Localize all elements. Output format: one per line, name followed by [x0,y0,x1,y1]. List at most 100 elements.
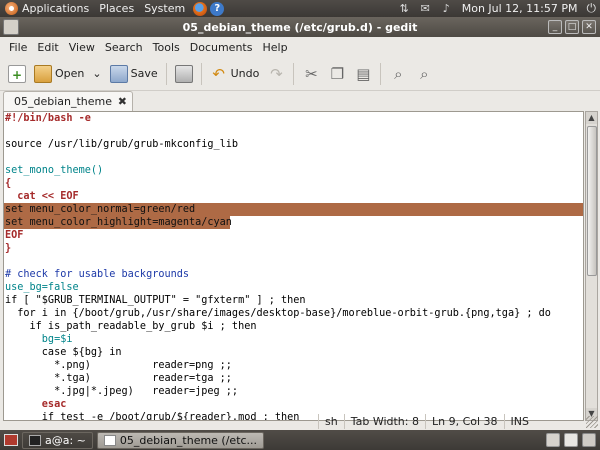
menu-help[interactable]: Help [257,41,292,54]
code-line: source /usr/lib/grub/grub-mkconfig_lib [5,139,239,150]
gedit-window: 05_debian_theme (/etc/grub.d) - gedit _ … [0,17,600,430]
copy-button[interactable]: ❐ [324,60,350,88]
code-line: { [5,178,12,189]
show-desktop-icon[interactable] [4,434,18,446]
redo-button[interactable]: ↷ [263,60,289,88]
taskbar-item-gedit[interactable]: 05_debian_theme (/etc... [96,431,265,449]
taskbar-item-terminal[interactable]: a@a: ~ [22,431,93,449]
chevron-down-icon: ⌄ [92,67,102,80]
menu-edit[interactable]: Edit [32,41,63,54]
undo-icon: ↶ [212,64,225,83]
workspace-switcher [546,433,596,447]
code-line-selected: set menu_color_normal=green/red [4,203,583,216]
code-line-selected: set menu_color_highlight=magenta/cyan [4,216,583,229]
code-line: use_bg=false [5,282,79,293]
code-line: cat << EOF [5,191,79,202]
tab-label: 05_debian_theme [14,95,113,108]
menu-documents[interactable]: Documents [185,41,258,54]
applications-menu[interactable]: Applications [0,0,94,17]
code-line: #!/bin/bash -e [5,113,91,124]
code-line: *.jpg|*.jpeg) reader=jpeg ;; [5,386,239,397]
tab-05-debian-theme[interactable]: 05_debian_theme ✖ [3,91,133,111]
find-replace-button[interactable]: ⌕ [411,60,437,88]
search-icon: ⌕ [394,64,403,83]
recent-dropdown-button[interactable]: ⌄ [88,60,105,88]
editor-scrollbar[interactable]: ▲ ▼ [585,111,598,421]
statusbar: sh Tab Width: 8 Ln 9, Col 38 INS [0,413,600,430]
network-icon[interactable]: ⇅ [397,2,412,15]
code-line: if [ "$GRUB_TERMINAL_OUTPUT" = "gfxterm"… [5,295,306,306]
open-button-label: Open [55,67,85,80]
terminal-icon [29,434,41,446]
taskbar-item-label: 05_debian_theme (/etc... [119,433,258,447]
menu-search[interactable]: Search [100,41,148,54]
find-button[interactable]: ⌕ [385,60,411,88]
help-launcher-icon[interactable]: ? [210,1,225,16]
bottom-panel: a@a: ~ 05_debian_theme (/etc... [0,430,600,450]
window-titlebar[interactable]: 05_debian_theme (/etc/grub.d) - gedit _ … [0,17,600,37]
places-menu[interactable]: Places [94,0,139,17]
code-line: *.png) reader=png ;; [5,360,232,371]
code-line: if is_path_readable_by_grub $i ; then [5,321,257,332]
power-icon[interactable]: ⏻ [583,1,600,16]
toolbar: + Open ⌄ Save ↶ Undo ↷ ✂ ❐ ▤ ⌕ ⌕ [0,57,600,91]
menubar: File Edit View Search Tools Documents He… [0,37,600,57]
system-menu-label: System [144,2,186,15]
applications-menu-label: Applications [22,2,90,15]
text-editor-icon [103,434,116,446]
top-panel: Applications Places System ? ⇅ ✉ ♪ Mon J… [0,0,600,17]
scrollbar-thumb[interactable] [587,126,597,276]
find-replace-icon: ⌕ [420,64,429,83]
ubuntu-logo-icon [5,2,18,15]
system-menu[interactable]: System [139,0,190,17]
save-button[interactable]: Save [106,60,162,88]
open-button[interactable]: Open [30,60,88,88]
text-editor[interactable]: #!/bin/bash -e source /usr/lib/grub/grub… [3,111,584,421]
cut-button[interactable]: ✂ [298,60,324,88]
language-selector[interactable]: sh [318,414,344,429]
menu-view[interactable]: View [64,41,100,54]
code-line: esac [5,399,67,410]
new-button[interactable]: + [4,60,30,88]
code-line: # check for usable backgrounds [5,269,190,280]
volume-icon[interactable]: ♪ [439,2,454,15]
menu-file[interactable]: File [4,41,32,54]
save-button-label: Save [130,67,158,80]
code-line: bg=$i [5,334,73,345]
firefox-launcher-icon[interactable] [193,1,208,16]
undo-button-label: Undo [230,67,260,80]
window-title: 05_debian_theme (/etc/grub.d) - gedit [182,20,418,34]
tab-width-selector[interactable]: Tab Width: 8 [343,414,425,429]
workspace-2[interactable] [564,433,578,447]
mail-icon[interactable]: ✉ [418,2,433,15]
printer-icon [174,64,193,83]
code-line: EOF [5,230,24,241]
code-line: case ${bg} in [5,347,122,358]
redo-icon: ↷ [270,64,283,83]
menu-tools[interactable]: Tools [148,41,185,54]
scroll-up-arrow-icon[interactable]: ▲ [586,112,597,124]
save-icon [109,64,128,83]
document-tabbar: 05_debian_theme ✖ [0,91,600,111]
close-tab-icon[interactable]: ✖ [118,95,127,108]
panel-tray: ⇅ ✉ ♪ Mon Jul 12, 11:57 PM ⏻ [394,0,600,17]
copy-icon: ❐ [330,64,345,83]
places-menu-label: Places [99,2,135,15]
print-button[interactable] [171,60,197,88]
code-line: for i in {/boot/grub,/usr/share/images/d… [5,308,551,319]
resize-grip-icon[interactable] [586,415,598,428]
clipboard-icon: ▤ [356,64,371,83]
code-line: set_mono_theme() [5,165,104,176]
clock[interactable]: Mon Jul 12, 11:57 PM [457,0,583,17]
workspace-1[interactable] [546,433,560,447]
cursor-position: Ln 9, Col 38 [424,414,504,429]
code-line: } [5,243,12,254]
toolbar-separator [293,62,295,85]
code-line: *.tga) reader=tga ;; [5,373,232,384]
paste-button[interactable]: ▤ [350,60,376,88]
taskbar-item-label: a@a: ~ [45,433,86,447]
trash-icon[interactable] [582,433,596,447]
undo-button[interactable]: ↶ Undo [206,60,264,88]
